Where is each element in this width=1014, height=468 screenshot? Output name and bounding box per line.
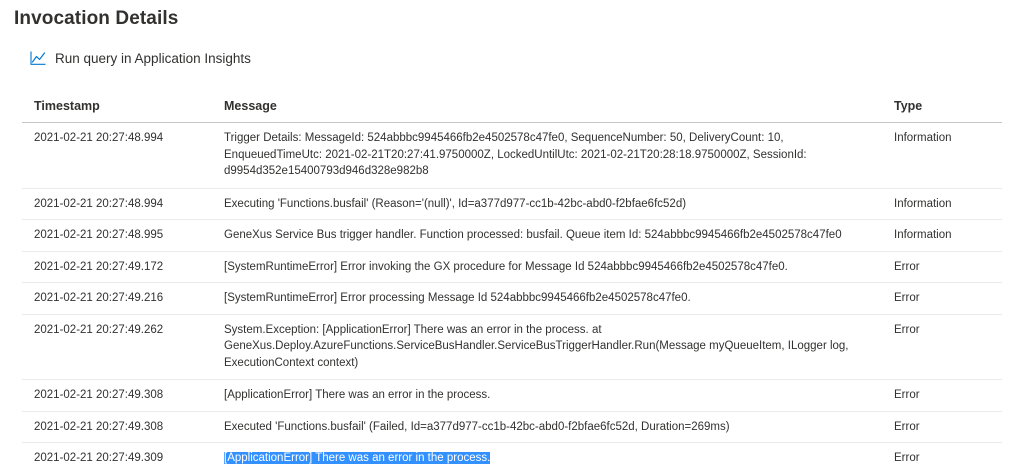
timestamp-cell: 2021-02-21 20:27:49.262 [34, 323, 164, 336]
table-row[interactable]: 2021-02-21 20:27:49.262 System.Exception:… [22, 315, 1002, 380]
table-row[interactable]: 2021-02-21 20:27:49.308 Executed 'Functio… [22, 412, 1002, 443]
invocation-details-panel: Invocation Details Run query in Applicat… [0, 0, 1014, 468]
message-text-content: System.Exception: [ApplicationError] The… [224, 323, 849, 369]
timestamp-cell: 2021-02-21 20:27:48.995 [34, 229, 164, 241]
column-header-message[interactable]: Message [212, 98, 882, 115]
table-row[interactable]: 2021-02-21 20:27:49.308 [ApplicationError… [22, 380, 1002, 412]
timestamp-cell: 2021-02-21 20:27:49.308 [34, 389, 164, 401]
message-cell: [SystemRuntimeError] Error invoking the … [212, 252, 882, 283]
message-text: Executed 'Functions.busfail' (Failed, Id… [224, 419, 882, 436]
column-header-timestamp[interactable]: Timestamp [22, 98, 212, 115]
line-chart-icon [30, 51, 46, 65]
table-row[interactable]: 2021-02-21 20:27:49.172 [SystemRuntimeErr… [22, 252, 1002, 283]
message-cell: [ApplicationError] There was an error in… [212, 443, 882, 468]
type-cell: Error [894, 452, 920, 464]
timestamp-cell: 2021-02-21 20:27:49.308 [34, 420, 164, 433]
message-cell: System.Exception: [ApplicationError] The… [212, 315, 882, 380]
type-cell: Information [894, 229, 952, 241]
type-cell: Error [894, 323, 920, 336]
type-cell: Error [894, 260, 920, 273]
message-text: System.Exception: [ApplicationError] The… [224, 322, 882, 372]
message-text: [ApplicationError] There was an error in… [224, 387, 882, 404]
message-text-content: Executing 'Functions.busfail' (Reason='(… [224, 197, 687, 210]
message-text-content: GeneXus Service Bus trigger handler. Fun… [224, 229, 842, 241]
type-cell: Error [894, 389, 920, 401]
message-text: [SystemRuntimeError] Error invoking the … [224, 259, 882, 276]
type-cell: Error [894, 292, 920, 304]
run-query-label: Run query in Application Insights [55, 50, 251, 66]
message-text: Executing 'Functions.busfail' (Reason='(… [224, 196, 882, 213]
page-title: Invocation Details [14, 8, 179, 29]
timestamp-cell: 2021-02-21 20:27:49.172 [34, 260, 164, 273]
message-text-content: [SystemRuntimeError] Error processing Me… [224, 292, 691, 304]
column-header-type[interactable]: Type [882, 98, 1002, 115]
message-text-content: [SystemRuntimeError] Error invoking the … [224, 260, 788, 273]
type-cell: Error [894, 420, 920, 433]
run-query-link[interactable]: Run query in Application Insights [30, 48, 251, 68]
timestamp-cell: 2021-02-21 20:27:49.216 [34, 292, 164, 304]
timestamp-cell: 2021-02-21 20:27:49.309 [34, 452, 164, 464]
message-cell: [ApplicationError] There was an error in… [212, 380, 882, 411]
message-cell: Executed 'Functions.busfail' (Failed, Id… [212, 412, 882, 443]
table-row[interactable]: 2021-02-21 20:27:48.995 GeneXus Service B… [22, 220, 1002, 252]
table-body: 2021-02-21 20:27:48.994 Trigger Details: … [22, 123, 1002, 468]
message-text-content: Trigger Details: MessageId: 524abbbc9945… [224, 132, 807, 177]
timestamp-cell: 2021-02-21 20:27:48.994 [34, 132, 164, 144]
message-text: Trigger Details: MessageId: 524abbbc9945… [224, 130, 882, 180]
table-row[interactable]: 2021-02-21 20:27:48.994 Trigger Details: … [22, 123, 1002, 189]
timestamp-cell: 2021-02-21 20:27:48.994 [34, 197, 164, 210]
type-cell: Information [894, 132, 952, 144]
message-cell: GeneXus Service Bus trigger handler. Fun… [212, 220, 882, 251]
invocation-log-table: Timestamp Message Type 2021-02-21 20:27:… [22, 90, 1002, 468]
message-text-content: Executed 'Functions.busfail' (Failed, Id… [224, 420, 730, 433]
table-row[interactable]: 2021-02-21 20:27:48.994 Executing 'Functi… [22, 189, 1002, 220]
message-text-content: [ApplicationError] There was an error in… [224, 452, 491, 464]
table-row[interactable]: 2021-02-21 20:27:49.309 [ApplicationError… [22, 443, 1002, 468]
table-row[interactable]: 2021-02-21 20:27:49.216 [SystemRuntimeErr… [22, 283, 1002, 315]
message-cell: Executing 'Functions.busfail' (Reason='(… [212, 189, 882, 220]
message-text: GeneXus Service Bus trigger handler. Fun… [224, 227, 882, 244]
table-header: Timestamp Message Type [22, 90, 1002, 123]
message-text: [SystemRuntimeError] Error processing Me… [224, 290, 882, 307]
message-text-content: [ApplicationError] There was an error in… [224, 389, 491, 401]
type-cell: Information [894, 197, 952, 210]
message-cell: [SystemRuntimeError] Error processing Me… [212, 283, 882, 314]
selected-message-text: [ApplicationError] There was an error in… [224, 450, 882, 467]
message-cell: Trigger Details: MessageId: 524abbbc9945… [212, 123, 882, 188]
